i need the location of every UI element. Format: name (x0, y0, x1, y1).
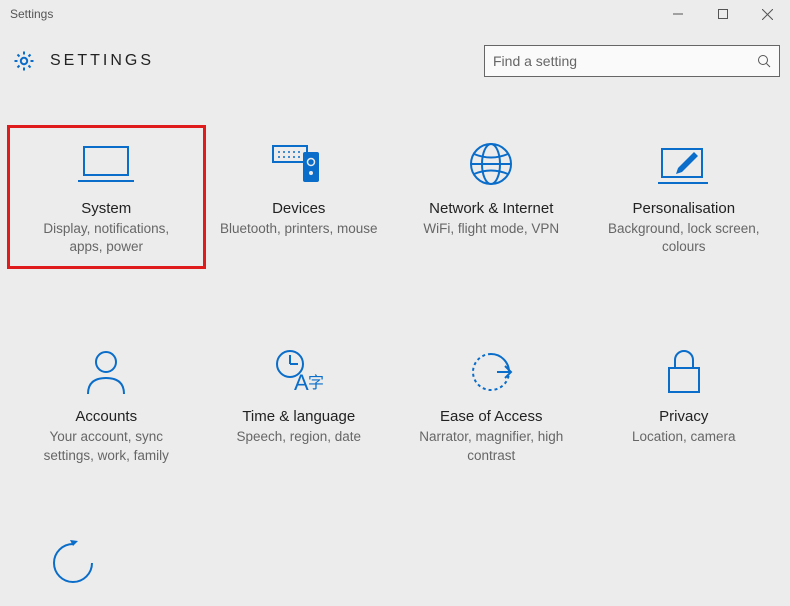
tile-system[interactable]: System Display, notifications, apps, pow… (10, 128, 203, 266)
maximize-button[interactable] (700, 0, 745, 28)
devices-icon (271, 138, 327, 190)
accounts-icon (84, 346, 128, 398)
tile-desc: Location, camera (632, 428, 736, 446)
tile-desc: Display, notifications, apps, power (26, 220, 186, 256)
tile-label: Ease of Access (440, 408, 543, 425)
ease-of-access-icon (467, 346, 515, 398)
network-icon (468, 138, 514, 190)
time-language-icon: A 字 (274, 346, 324, 398)
tile-label: Devices (272, 200, 325, 217)
tile-label: Time & language (242, 408, 355, 425)
personalisation-icon (658, 138, 710, 190)
tile-label: System (81, 200, 131, 217)
window-title: Settings (10, 7, 655, 21)
svg-text:A: A (294, 370, 309, 395)
tile-desc: WiFi, flight mode, VPN (423, 220, 559, 238)
settings-grid: System Display, notifications, apps, pow… (0, 83, 790, 475)
update-icon[interactable] (48, 538, 98, 588)
tile-network[interactable]: Network & Internet WiFi, flight mode, VP… (395, 128, 588, 266)
system-icon (78, 138, 134, 190)
search-input[interactable]: Find a setting (484, 45, 780, 77)
tile-devices[interactable]: Devices Bluetooth, printers, mouse (203, 128, 396, 266)
tile-label: Network & Internet (429, 200, 553, 217)
tile-ease-of-access[interactable]: Ease of Access Narrator, magnifier, high… (395, 336, 588, 474)
close-button[interactable] (745, 0, 790, 28)
settings-gear-icon (10, 47, 38, 75)
privacy-icon (664, 346, 704, 398)
tile-desc: Bluetooth, printers, mouse (220, 220, 378, 238)
tile-desc: Background, lock screen, colours (604, 220, 764, 256)
minimize-button[interactable] (655, 0, 700, 28)
page-title: SETTINGS (50, 52, 484, 70)
svg-text:字: 字 (308, 374, 324, 392)
titlebar: Settings (0, 0, 790, 28)
search-icon (757, 54, 771, 68)
tile-personalisation[interactable]: Personalisation Background, lock screen,… (588, 128, 781, 266)
tile-label: Accounts (75, 408, 137, 425)
tile-time-language[interactable]: A 字 Time & language Speech, region, date (203, 336, 396, 474)
tile-desc: Speech, region, date (236, 428, 361, 446)
tile-accounts[interactable]: Accounts Your account, sync settings, wo… (10, 336, 203, 474)
tile-privacy[interactable]: Privacy Location, camera (588, 336, 781, 474)
header: SETTINGS Find a setting (0, 28, 790, 83)
tile-label: Privacy (659, 408, 708, 425)
search-placeholder: Find a setting (493, 53, 757, 69)
tile-desc: Your account, sync settings, work, famil… (26, 428, 186, 464)
tile-label: Personalisation (632, 200, 735, 217)
tile-desc: Narrator, magnifier, high contrast (411, 428, 571, 464)
